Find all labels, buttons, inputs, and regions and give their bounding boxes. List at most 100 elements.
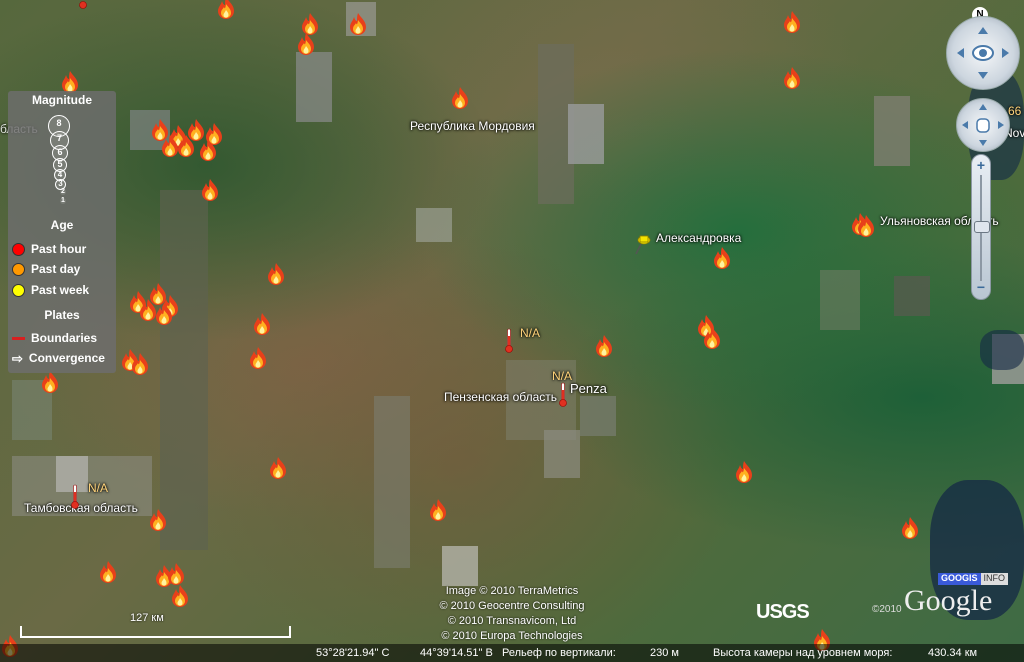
legend-plates-boundaries: Boundaries <box>12 331 97 345</box>
look-around-control[interactable] <box>946 16 1020 90</box>
red-dot-icon <box>12 242 25 256</box>
label-mordovia: Республика Мордовия <box>410 119 535 133</box>
tile-patch <box>580 396 616 436</box>
fire-marker-icon[interactable] <box>268 456 288 480</box>
red-line-icon <box>12 336 25 340</box>
legend-age-past-week: Past week <box>12 283 89 297</box>
googis-badge[interactable]: GOOGIS INFO <box>938 573 1009 585</box>
legend-plates-label: Boundaries <box>31 331 98 345</box>
fire-marker-icon[interactable] <box>200 178 220 202</box>
status-bar: 53°28'21.94" С 44°39'14.51" В Рельеф по … <box>0 644 1024 662</box>
info-label: INFO <box>980 573 1009 585</box>
magnitude-circle-1: 1 <box>60 197 66 204</box>
fire-marker-icon[interactable] <box>198 138 218 162</box>
scale-bar <box>20 626 291 638</box>
zoom-in-button[interactable]: + <box>972 157 990 173</box>
google-logo: Google <box>904 584 993 617</box>
credit-line: Image © 2010 TerraMetrics <box>445 585 579 597</box>
fire-marker-icon[interactable] <box>450 86 470 110</box>
fire-marker-icon[interactable] <box>900 516 920 540</box>
thermometer-marker-icon[interactable] <box>78 0 88 12</box>
zoom-slider[interactable]: + − <box>971 154 991 300</box>
fire-marker-icon[interactable] <box>248 346 268 370</box>
hand-icon <box>962 104 1004 146</box>
water-body <box>980 330 1024 370</box>
fire-marker-icon[interactable] <box>166 562 186 586</box>
tile-patch <box>442 546 478 586</box>
fire-marker-icon[interactable] <box>856 214 876 238</box>
tile-patch <box>296 52 332 122</box>
yellow-pushpin-icon[interactable] <box>632 232 652 256</box>
fire-marker-icon[interactable] <box>98 560 118 584</box>
fire-marker-icon[interactable] <box>176 134 196 158</box>
label-tambov-oblast: Тамбовская область <box>24 501 138 515</box>
thermometer-marker-icon[interactable] <box>558 382 568 408</box>
status-elevation-label: Рельеф по вертикали: <box>502 647 616 659</box>
fire-marker-icon[interactable] <box>734 460 754 484</box>
label-aleksandrovka: Александровка <box>656 231 742 245</box>
tile-patch <box>544 430 580 478</box>
label-penza-oblast: Пензенская область <box>444 390 558 404</box>
tile-patch <box>160 190 208 550</box>
label-penza: Penza <box>570 381 607 396</box>
yellow-dot-icon <box>12 283 25 297</box>
fire-marker-icon[interactable] <box>252 312 272 336</box>
legend-plates-convergence: ⇨ Convergence <box>12 351 105 365</box>
legend-magnitude-title: Magnitude <box>32 93 92 107</box>
legend-panel: Magnitude 8 7 6 5 4 3 2 1 Age Past hour … <box>8 91 116 373</box>
label-na: N/A <box>520 326 541 340</box>
legend-age-past-day: Past day <box>12 262 80 276</box>
orange-dot-icon <box>12 262 25 276</box>
eye-icon <box>957 27 1009 79</box>
fire-marker-icon[interactable] <box>428 498 448 522</box>
tile-patch <box>374 396 410 568</box>
thermometer-marker-icon[interactable] <box>70 484 80 510</box>
fire-marker-icon[interactable] <box>40 370 60 394</box>
label-na: N/A <box>552 369 573 383</box>
thermometer-marker-icon[interactable] <box>504 328 514 354</box>
fire-marker-icon[interactable] <box>216 0 236 20</box>
status-camera-label: Высота камеры над уровнем моря: <box>713 647 893 659</box>
tile-patch <box>894 276 930 316</box>
satellite-map[interactable]: Республика Мордовия Александровка Ульяно… <box>0 0 1024 662</box>
fire-marker-icon[interactable] <box>594 334 614 358</box>
label-edge-66: 66 <box>1008 104 1022 118</box>
tile-patch <box>416 208 452 242</box>
move-control[interactable] <box>956 98 1010 152</box>
fire-marker-icon[interactable] <box>702 326 722 350</box>
magnitude-circle-2: 2 <box>60 188 66 195</box>
copyright-year: ©2010 <box>872 604 902 615</box>
status-camera-value: 430.34 км <box>928 647 978 659</box>
status-latitude: 53°28'21.94" С <box>316 647 390 659</box>
label-na: N/A <box>88 481 109 495</box>
fire-marker-icon[interactable] <box>130 352 150 376</box>
zoom-out-button[interactable]: − <box>972 279 990 295</box>
fire-marker-icon[interactable] <box>782 10 802 34</box>
status-longitude: 44°39'14.51" В <box>420 647 493 659</box>
fire-marker-icon[interactable] <box>712 246 732 270</box>
credit-line: © 2010 Geocentre Consulting <box>439 600 585 612</box>
scale-label: 127 км <box>130 612 164 624</box>
tile-patch <box>568 104 604 164</box>
legend-plates-title: Plates <box>44 308 80 322</box>
tile-patch <box>820 270 860 330</box>
zoom-thumb[interactable] <box>974 221 990 233</box>
fire-marker-icon[interactable] <box>154 302 174 326</box>
usgs-logo: USGS <box>756 601 810 623</box>
tile-patch <box>874 96 910 166</box>
legend-age-label: Past hour <box>31 242 87 256</box>
legend-age-title: Age <box>50 218 74 232</box>
magnitude-circles: 8 7 6 5 4 3 2 1 <box>42 111 82 211</box>
status-elevation-value: 230 м <box>650 647 679 659</box>
googis-label: GOOGIS <box>938 573 981 585</box>
fire-marker-icon[interactable] <box>296 32 316 56</box>
white-arrow-icon: ⇨ <box>12 350 23 366</box>
fire-marker-icon[interactable] <box>148 508 168 532</box>
fire-marker-icon[interactable] <box>348 12 368 36</box>
legend-age-label: Past week <box>31 283 90 297</box>
legend-plates-label: Convergence <box>28 351 105 365</box>
legend-age-past-hour: Past hour <box>12 242 86 256</box>
fire-marker-icon[interactable] <box>266 262 286 286</box>
fire-marker-icon[interactable] <box>782 66 802 90</box>
legend-age-label: Past day <box>31 262 81 276</box>
